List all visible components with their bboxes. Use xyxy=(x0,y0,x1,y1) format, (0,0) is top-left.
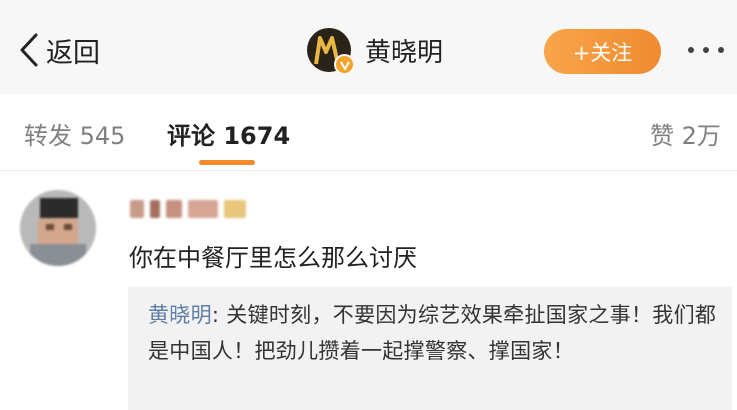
reply-box[interactable]: 黄晓明: 关键时刻，不要因为综艺效果牵扯国家之事！我们都是中国人！把劲儿攒着一起… xyxy=(128,287,732,410)
profile-name[interactable]: 黄晓明 xyxy=(365,32,443,69)
reply-text: 关键时刻，不要因为综艺效果牵扯国家之事！我们都是中国人！把劲儿攒着一起撑警察、撑… xyxy=(148,303,717,363)
avatar[interactable] xyxy=(307,28,355,75)
tab-likes[interactable]: 赞 2万 xyxy=(650,116,721,151)
more-dot xyxy=(718,47,724,53)
more-dot xyxy=(688,47,694,53)
tab-comments[interactable]: 评论 1674 xyxy=(167,116,290,151)
verified-badge-icon xyxy=(334,54,355,75)
back-label: 返回 xyxy=(46,37,100,69)
commenter-avatar[interactable] xyxy=(20,190,96,266)
commenter-username-blurred[interactable] xyxy=(130,200,246,220)
back-button[interactable]: 返回 xyxy=(18,30,100,70)
more-icon[interactable] xyxy=(688,47,724,53)
reply-author-link[interactable]: 黄晓明 xyxy=(148,303,212,327)
profile-header[interactable]: 黄晓明 xyxy=(307,25,443,75)
reply-separator: : xyxy=(211,303,227,327)
active-tab-indicator xyxy=(199,160,255,165)
chevron-left-icon xyxy=(20,33,38,67)
reply-content: 黄晓明: 关键时刻，不要因为综艺效果牵扯国家之事！我们都是中国人！把劲儿攒着一起… xyxy=(148,297,728,369)
top-nav-bar: 返回 黄晓明 +关注 xyxy=(0,0,737,94)
comment-text: 你在中餐厅里怎么那么讨厌 xyxy=(129,244,417,272)
follow-button[interactable]: +关注 xyxy=(544,29,661,74)
tab-bar: 转发 545 评论 1674 赞 2万 xyxy=(0,94,737,171)
tab-repost[interactable]: 转发 545 xyxy=(24,116,125,151)
more-dot xyxy=(703,47,709,53)
